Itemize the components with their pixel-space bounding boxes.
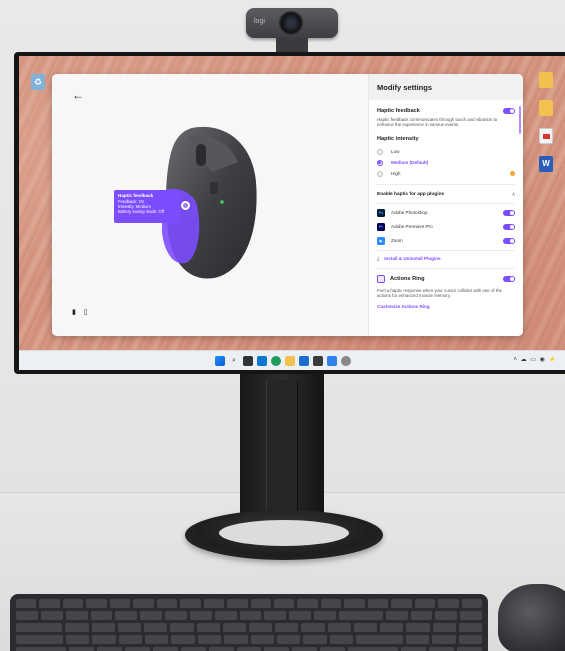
file-explorer-icon[interactable] (285, 356, 295, 366)
settings-panel: Modify settings Haptic feedback Haptic f… (368, 74, 523, 336)
haptic-feedback-title: Haptic feedback (377, 108, 420, 114)
edge-icon[interactable] (271, 356, 281, 366)
plugins-header[interactable]: Enable haptic for app plugins ˄ (377, 192, 515, 198)
install-plugins-row[interactable]: ⤓ Install & Uninstall Plugins (377, 256, 515, 262)
mail-icon[interactable] (327, 356, 337, 366)
haptic-tooltip: Haptic feedback Feedback: On Intensity: … (114, 190, 180, 223)
monitor-stand-channel (266, 380, 298, 520)
photoshop-toggle[interactable] (503, 209, 515, 216)
logi-options-window: ← Haptic feedback Feedback: On Intensity… (52, 74, 523, 336)
folder-icon[interactable] (539, 100, 553, 116)
desk-mouse (498, 584, 565, 651)
taskbar-icons: ⌕ (215, 356, 351, 366)
actions-ring-toggle[interactable] (503, 275, 515, 282)
start-icon[interactable] (215, 356, 225, 366)
haptic-hotspot[interactable] (181, 201, 190, 210)
radio-button[interactable] (377, 148, 383, 155)
taskbar: ⌕ ˄ ☁ ▭ ◉ ⚡ (19, 350, 565, 370)
tooltip-title: Haptic feedback (118, 193, 154, 198)
webcam: logi (246, 8, 338, 56)
word-document-icon[interactable]: W (539, 156, 553, 172)
plugin-name: Adobe Photoshop (391, 210, 428, 216)
intensity-option-low[interactable]: Low (377, 148, 515, 155)
panel-title: Modify settings (369, 74, 523, 100)
zoom-icon: ▶ (377, 236, 385, 245)
store-icon[interactable] (299, 356, 309, 366)
photoshop-icon: Ps (377, 208, 385, 217)
premiere-pro-icon: Pr (377, 222, 385, 231)
actions-ring-description: Feel a haptic response when your cursor … (377, 287, 502, 299)
zoom-toggle[interactable] (503, 237, 515, 244)
radio-button-selected[interactable] (377, 159, 383, 166)
settings-icon[interactable] (341, 356, 351, 366)
widgets-icon[interactable] (257, 356, 267, 366)
haptic-intensity-section: Haptic intensity Low Medium (Default) Hi… (369, 136, 523, 177)
system-tray[interactable]: ˄ ☁ ▭ ◉ ⚡ (513, 356, 557, 363)
radio-button[interactable] (377, 170, 383, 177)
actions-ring-section: Actions Ring Feel a haptic response when… (369, 274, 523, 309)
divider (377, 249, 515, 251)
divider (377, 267, 515, 269)
haptic-intensity-title: Haptic intensity (377, 135, 419, 142)
plugin-name: Zoom (391, 238, 403, 244)
panel-scrollbar[interactable] (519, 106, 521, 134)
download-icon: ⤓ (377, 255, 380, 262)
webcam-lens (278, 11, 304, 35)
actions-ring-icon (377, 274, 385, 283)
plugins-section: Enable haptic for app plugins ˄ Ps Adobe… (369, 192, 523, 262)
radio-label: High (391, 171, 401, 177)
haptic-feedback-section: Haptic feedback Haptic feedback communic… (369, 108, 523, 128)
battery-warning-dot (510, 171, 515, 177)
keyboard (10, 594, 488, 651)
plugin-zoom: ▶ Zoom (377, 236, 515, 245)
divider (377, 202, 515, 204)
tooltip-line: Battery saving mode: Off (118, 209, 165, 214)
customize-actions-ring-link[interactable]: Customize Actions Ring (377, 304, 515, 309)
install-plugins-link[interactable]: Install & Uninstall Plugins (384, 256, 440, 261)
battery-icon: ▮ ▯ (72, 309, 91, 316)
radio-label: Low (391, 149, 400, 155)
plugin-premiere: Pr Adobe Premiere Pro (377, 222, 515, 231)
app-icon[interactable] (313, 356, 323, 366)
pdf-file-icon[interactable] (539, 128, 553, 144)
plugin-name: Adobe Premiere Pro (391, 224, 433, 230)
plugins-title: Enable haptic for app plugins (377, 192, 445, 198)
premiere-toggle[interactable] (503, 223, 515, 230)
radio-label: Medium (Default) (391, 160, 429, 166)
haptic-feedback-description: Haptic feedback communicates through tou… (377, 117, 498, 128)
monitor-stand-base-center (219, 520, 349, 546)
folder-icon[interactable] (539, 72, 553, 88)
chevron-up-icon[interactable]: ˄ (512, 192, 515, 198)
plugin-photoshop: Ps Adobe Photoshop (377, 208, 515, 217)
intensity-option-high[interactable]: High (377, 170, 515, 177)
search-icon[interactable]: ⌕ (229, 356, 239, 366)
task-view-icon[interactable] (243, 356, 253, 366)
desktop-screen: ♻ W ← Haptic feedback Feedback: On Inten… (19, 56, 565, 370)
webcam-logo: logi (254, 18, 265, 25)
actions-ring-title: Actions Ring (390, 275, 425, 282)
intensity-option-medium[interactable]: Medium (Default) (377, 159, 515, 166)
divider (377, 183, 515, 185)
haptic-feedback-toggle[interactable] (503, 108, 515, 114)
device-preview: ← Haptic feedback Feedback: On Intensity… (52, 74, 368, 336)
recycle-bin-icon[interactable]: ♻ (31, 74, 45, 90)
back-arrow-icon[interactable]: ← (72, 88, 84, 102)
desktop-icons: W (539, 72, 557, 184)
